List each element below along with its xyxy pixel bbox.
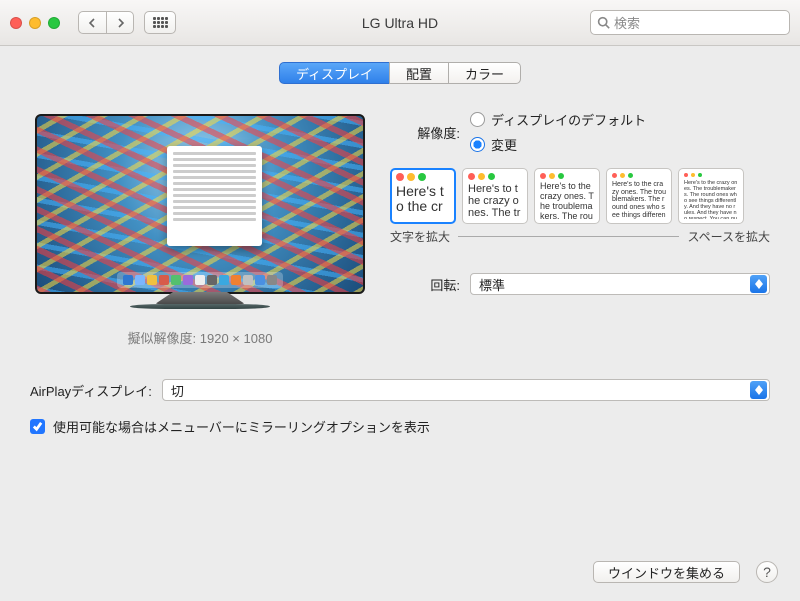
resolution-default-label: ディスプレイのデフォルト	[491, 110, 646, 129]
tab-arrange-label: 配置	[406, 64, 432, 83]
tab-arrangement[interactable]: 配置	[389, 62, 449, 84]
close-window-icon[interactable]	[10, 17, 22, 29]
select-stepper-icon	[750, 381, 767, 399]
resolution-option-1[interactable]: Here's to the crazy ones. The troublemak…	[390, 168, 456, 224]
resolution-option-3[interactable]: Here's to the crazy ones. The troublemak…	[534, 168, 600, 224]
search-input[interactable]: 検索	[590, 10, 790, 35]
nav-segment	[78, 11, 134, 34]
titlebar: LG Ultra HD 検索	[0, 0, 800, 46]
resolution-label: 解像度:	[390, 123, 460, 142]
tab-display[interactable]: ディスプレイ	[279, 62, 390, 84]
preview-caption: 擬似解像度: 1920 × 1080	[30, 328, 370, 347]
tab-color-label: カラー	[465, 64, 504, 83]
scale-left-label: 文字を拡大	[390, 228, 450, 245]
resolution-thumbnails: Here's to the crazy ones. The troublemak…	[390, 168, 770, 224]
chevron-right-icon	[115, 18, 125, 28]
mirroring-checkbox-label: 使用可能な場合はメニューバーにミラーリングオプションを表示	[53, 417, 430, 436]
zoom-window-icon[interactable]	[48, 17, 60, 29]
thumb-sample: Here's to the crazy ones. The troublemak…	[396, 184, 450, 219]
tab-display-label: ディスプレイ	[296, 64, 373, 83]
resolution-option-2[interactable]: Here's to the crazy ones. The troublemak…	[462, 168, 528, 224]
back-button[interactable]	[78, 11, 106, 34]
airplay-label: AirPlayディスプレイ:	[30, 381, 152, 400]
airplay-select[interactable]: 切	[162, 379, 770, 401]
scale-track	[458, 236, 679, 237]
search-placeholder: 検索	[614, 13, 640, 32]
help-button[interactable]: ?	[756, 561, 778, 583]
resolution-scaled-radio[interactable]: 変更	[470, 135, 646, 154]
gather-windows-button[interactable]: ウインドウを集める	[593, 561, 740, 583]
minimize-window-icon[interactable]	[29, 17, 41, 29]
airplay-value: 切	[171, 381, 750, 400]
tab-bar: ディスプレイ 配置 カラー	[0, 62, 800, 84]
rotation-select[interactable]: 標準	[470, 273, 770, 295]
rotation-label: 回転:	[390, 275, 460, 294]
checkmark-icon	[32, 421, 43, 432]
select-stepper-icon	[750, 275, 767, 293]
show-all-button[interactable]	[144, 11, 176, 34]
mirroring-checkbox[interactable]	[30, 419, 45, 434]
gather-windows-label: ウインドウを集める	[608, 563, 725, 582]
radio-icon	[470, 137, 485, 152]
resolution-default-radio[interactable]: ディスプレイのデフォルト	[470, 110, 646, 129]
thumb-sample: Here's to the crazy ones. The troublemak…	[468, 183, 522, 219]
help-icon: ?	[763, 564, 771, 580]
thumb-sample: Here's to the crazy ones. The troublemak…	[684, 180, 738, 219]
chevron-left-icon	[88, 18, 98, 28]
scale-right-label: スペースを拡大	[687, 228, 770, 245]
thumb-sample: Here's to the crazy ones. The troublemak…	[540, 182, 594, 219]
window-controls	[10, 17, 60, 29]
resolution-option-4[interactable]: Here's to the crazy ones. The troublemak…	[606, 168, 672, 224]
forward-button[interactable]	[106, 11, 134, 34]
radio-icon	[470, 112, 485, 127]
display-preview	[35, 114, 365, 314]
rotation-value: 標準	[479, 275, 750, 294]
thumb-sample: Here's to the crazy ones. The troublemak…	[612, 181, 666, 219]
grid-icon	[153, 17, 168, 28]
resolution-option-5[interactable]: Here's to the crazy ones. The troublemak…	[678, 168, 744, 224]
resolution-scaled-label: 変更	[491, 135, 517, 154]
tab-color[interactable]: カラー	[448, 62, 521, 84]
search-icon	[597, 16, 610, 29]
